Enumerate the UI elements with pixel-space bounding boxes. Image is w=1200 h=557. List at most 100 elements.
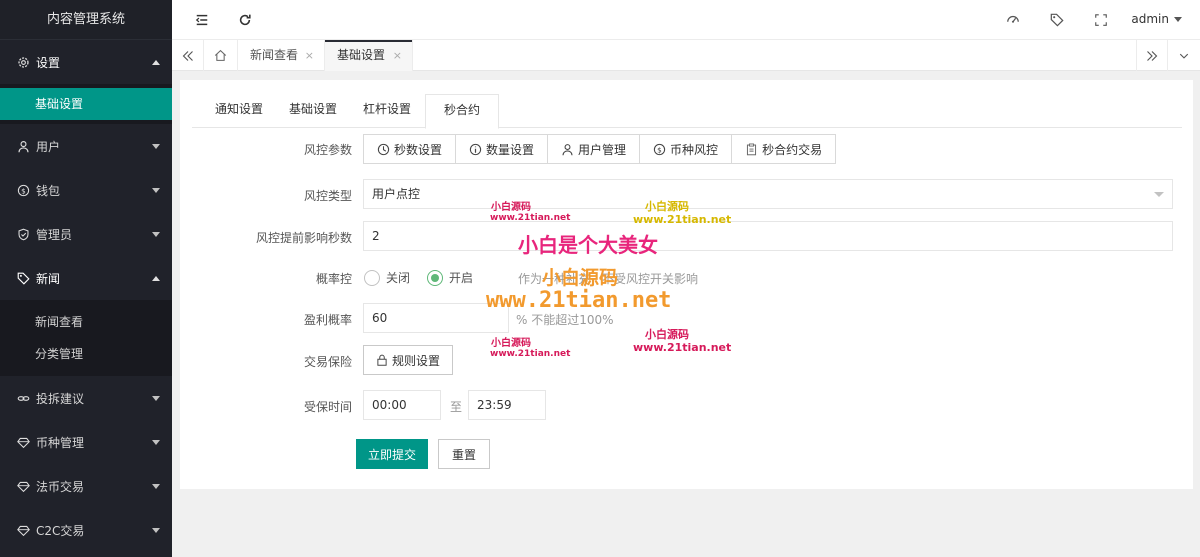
- probability-off-radio[interactable]: 关闭: [364, 269, 410, 286]
- button-label: 秒数设置: [394, 142, 443, 157]
- radio-label: 关闭: [386, 271, 411, 285]
- advance-seconds-label: 风控提前影响秒数: [255, 231, 352, 245]
- caret-down-icon: [1174, 16, 1182, 22]
- submit-button[interactable]: 立即提交: [356, 439, 428, 469]
- chevron-up-icon: [152, 276, 160, 281]
- time-end-input[interactable]: 23:59: [468, 390, 546, 420]
- profit-rate-hint: % 不能超过100%: [516, 313, 614, 327]
- watermark-small-url: www.21tian.net: [490, 349, 571, 359]
- chevron-down-icon: [152, 144, 160, 149]
- probability-on-radio[interactable]: 开启: [427, 269, 473, 286]
- svg-text:$: $: [21, 186, 26, 195]
- tab-basic-settings[interactable]: 基础设置 ×: [325, 40, 413, 71]
- tab-news-view[interactable]: 新闻查看 ×: [238, 40, 325, 71]
- risk-params-label: 风控参数: [303, 143, 352, 157]
- diamond-icon: [16, 479, 30, 493]
- tab-second-contract[interactable]: 秒合约: [425, 94, 499, 129]
- risk-type-label: 风控类型: [303, 189, 352, 203]
- quantity-settings-button[interactable]: 数量设置: [456, 135, 549, 163]
- sidebar-item-label: 新闻: [36, 271, 61, 286]
- theme-palette-icon[interactable]: [1005, 12, 1021, 28]
- shield-icon: [16, 227, 30, 241]
- username: admin: [1131, 12, 1169, 26]
- watermark-big-cn: 小白是个大美女: [518, 233, 658, 257]
- user-menu[interactable]: admin: [1131, 12, 1182, 26]
- radio-label: 开启: [449, 271, 474, 285]
- tab-leverage-settings[interactable]: 杠杆设置: [354, 94, 420, 128]
- sidebar-item-fiat-trade[interactable]: 法币交易: [0, 464, 172, 508]
- fullscreen-icon[interactable]: [1093, 12, 1109, 28]
- risk-type-value: 用户点控: [372, 187, 421, 201]
- second-contract-trade-button[interactable]: 秒合约交易: [732, 135, 835, 163]
- user-icon: [16, 139, 30, 153]
- insurance-label: 交易保险: [303, 355, 352, 369]
- chevron-down-icon: [152, 396, 160, 401]
- sidebar-item-c2c-trade[interactable]: C2C交易: [0, 508, 172, 552]
- info-icon: [469, 143, 482, 156]
- svg-text:$: $: [657, 145, 662, 154]
- button-label: 币种风控: [670, 142, 719, 157]
- button-label: 用户管理: [578, 142, 627, 157]
- watermark-small-cn: 小白源码: [491, 338, 531, 349]
- sidebar-item-label: 法币交易: [36, 479, 85, 494]
- watermark-big-url: www.21tian.net: [486, 288, 672, 313]
- button-label: 规则设置: [391, 353, 440, 368]
- gear-icon: [16, 55, 30, 69]
- sidebar-subitem-basic-settings[interactable]: 基础设置: [0, 88, 172, 120]
- form-tabs: 通知设置 基础设置 杠杆设置 秒合约: [192, 94, 1182, 129]
- sidebar-item-label: 用户: [36, 139, 61, 154]
- rules-settings-button[interactable]: 规则设置: [363, 345, 453, 375]
- watermark-small-cn: 小白源码: [645, 328, 689, 341]
- time-start-input[interactable]: 00:00: [363, 390, 441, 420]
- sidebar-item-users[interactable]: 用户: [0, 124, 172, 168]
- link-icon: [16, 391, 30, 405]
- time-separator: 至: [450, 400, 463, 414]
- user-management-button[interactable]: 用户管理: [548, 135, 641, 163]
- seconds-settings-button[interactable]: 秒数设置: [364, 135, 457, 163]
- chevron-down-icon: [1154, 192, 1164, 197]
- profit-rate-label: 盈利概率: [303, 313, 352, 327]
- advance-seconds-input[interactable]: 2: [363, 221, 1173, 251]
- lock-icon: [376, 354, 388, 366]
- app-title: 内容管理系统: [0, 0, 172, 40]
- sidebar-item-news[interactable]: 新闻: [0, 256, 172, 300]
- sidebar-item-wallet[interactable]: $ 钱包: [0, 168, 172, 212]
- risk-type-select[interactable]: 用户点控: [363, 179, 1173, 209]
- sidebar: 内容管理系统 设置 基础设置 用户 $ 钱包 管理员 新闻 新闻查看 分类管理 …: [0, 0, 172, 557]
- sidebar-item-label: C2C交易: [36, 523, 85, 538]
- chevron-down-icon: [152, 528, 160, 533]
- sidebar-item-label: 管理员: [36, 227, 73, 242]
- tab-menu-chevron-icon[interactable]: [1168, 40, 1200, 71]
- sidebar-subitem-category[interactable]: 分类管理: [0, 338, 172, 370]
- close-icon[interactable]: ×: [305, 40, 314, 71]
- insured-time-label: 受保时间: [303, 400, 352, 414]
- currency-risk-button[interactable]: $ 币种风控: [640, 135, 733, 163]
- reset-button[interactable]: 重置: [438, 439, 490, 469]
- tab-notify-settings[interactable]: 通知设置: [206, 94, 272, 128]
- diamond-icon: [16, 435, 30, 449]
- home-icon[interactable]: [204, 40, 238, 71]
- sidebar-item-admins[interactable]: 管理员: [0, 212, 172, 256]
- watermark-small-cn: 小白源码: [491, 202, 531, 213]
- tag-icon[interactable]: [1049, 12, 1065, 28]
- page-tab-bar: 新闻查看 × 基础设置 ×: [172, 40, 1200, 71]
- dollar-icon: $: [653, 143, 666, 156]
- scroll-left-icon[interactable]: [172, 40, 204, 71]
- tab-label: 基础设置: [337, 48, 386, 62]
- sidebar-subitem-news-view[interactable]: 新闻查看: [0, 306, 172, 338]
- sidebar-item-suggestions[interactable]: 投拆建议: [0, 376, 172, 420]
- probability-label: 概率控: [315, 272, 352, 286]
- refresh-icon[interactable]: [237, 12, 253, 28]
- sidebar-item-settings[interactable]: 设置: [0, 40, 172, 84]
- scroll-right-icon[interactable]: [1136, 40, 1168, 71]
- settings-submenu: 基础设置: [0, 84, 172, 124]
- sidebar-item-currency[interactable]: 币种管理: [0, 420, 172, 464]
- menu-toggle-icon[interactable]: [194, 12, 210, 28]
- tag-icon: [16, 271, 30, 285]
- diamond-icon: [16, 523, 30, 537]
- tab-label: 新闻查看: [250, 48, 299, 62]
- chevron-down-icon: [152, 484, 160, 489]
- close-icon[interactable]: ×: [393, 40, 402, 71]
- tab-basic-settings[interactable]: 基础设置: [280, 94, 346, 128]
- watermark-orange-cn: 小白源码: [542, 267, 619, 289]
